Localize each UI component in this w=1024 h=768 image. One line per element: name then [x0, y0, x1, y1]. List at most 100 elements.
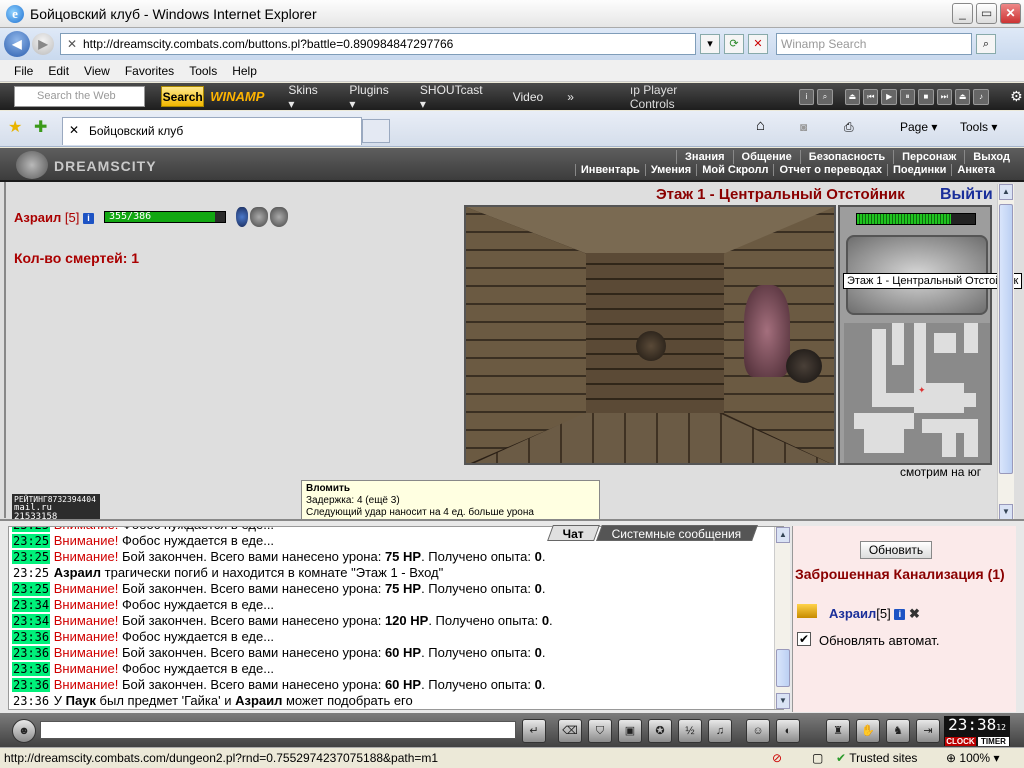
zoom-level[interactable]: ⊕ 100% ▾ — [946, 751, 1024, 765]
shield-icon[interactable] — [270, 207, 288, 227]
menu-favorites[interactable]: Favorites — [125, 64, 174, 78]
spider-monster[interactable] — [786, 349, 822, 383]
chat-input[interactable] — [40, 721, 516, 739]
winamp-search-field[interactable]: Winamp Search — [776, 33, 972, 55]
menu-file[interactable]: File — [14, 64, 33, 78]
shield-icon[interactable] — [250, 207, 268, 227]
spider-monster[interactable] — [636, 331, 666, 361]
scroll-down-icon[interactable]: ▼ — [999, 504, 1013, 520]
volume-icon[interactable]: ♪ — [973, 88, 989, 105]
scrollbar-thumb[interactable] — [999, 204, 1013, 474]
new-tab-button[interactable] — [362, 119, 390, 143]
nav-poedinki[interactable]: Поединки — [887, 164, 951, 176]
back-button[interactable]: ◀ — [4, 31, 30, 57]
feeds-icon[interactable]: ◙ — [800, 120, 807, 134]
sound-icon[interactable]: ♫ — [708, 719, 732, 743]
room-player[interactable]: Азраил[5] i ✖ — [829, 606, 920, 622]
page-scrollbar[interactable]: ▲ ▼ — [997, 184, 1014, 520]
close-icon[interactable]: ✖ — [909, 606, 920, 621]
refresh-button[interactable]: Обновить — [860, 541, 932, 559]
exit-link[interactable]: Выйти — [940, 186, 993, 204]
open-icon[interactable]: ⏏ — [954, 88, 971, 105]
chat-timestamp[interactable]: 23:25 — [12, 582, 51, 596]
chat-timestamp[interactable]: 23:25 — [12, 566, 50, 580]
dungeon-view[interactable] — [464, 205, 836, 465]
chat-log[interactable]: 23:25 Внимание! Фобос нуждается в еде...… — [8, 526, 784, 710]
chat-scrollbar-thumb[interactable] — [776, 649, 790, 687]
search-icon[interactable]: ⌕ — [976, 34, 996, 54]
nav-obshchenie[interactable]: Общение — [732, 150, 800, 164]
stop-player-icon[interactable]: ■ — [918, 88, 934, 105]
helmet-icon[interactable]: ◐ — [776, 719, 800, 743]
chat-timestamp[interactable]: 23:36 — [12, 678, 51, 692]
prev-icon[interactable]: ⏮ — [863, 88, 879, 105]
character-icon[interactable]: ♞ — [886, 719, 910, 743]
menu-edit[interactable]: Edit — [48, 64, 69, 78]
potion-icon[interactable]: ♜ — [826, 719, 850, 743]
info-icon[interactable]: i — [894, 609, 906, 621]
nav-otchet[interactable]: Отчет о переводах — [773, 164, 887, 176]
exit-door-icon[interactable]: ⇥ — [916, 719, 940, 743]
auto-refresh-checkbox[interactable]: ✔ — [797, 632, 811, 646]
winamp-web-search-input[interactable]: Search the Web — [14, 86, 146, 107]
fighter-icon[interactable]: ✪ — [648, 719, 672, 743]
dreamscity-logo[interactable]: DREAMSCITY — [14, 151, 174, 179]
search-small-icon[interactable]: ⌕ — [817, 88, 833, 105]
winamp-shoutcast-menu[interactable]: SHOUTcast ▾ — [420, 83, 489, 111]
play-icon[interactable]: ▶ — [881, 88, 897, 105]
tab-system-messages[interactable]: Системные сообщения — [596, 525, 758, 541]
menu-tools[interactable]: Tools — [189, 64, 217, 78]
refresh-icon[interactable]: ⟳ — [724, 34, 744, 54]
popup-blocker-icon[interactable]: ⊘ — [772, 751, 812, 765]
chat-timestamp[interactable]: 23:36 — [12, 646, 51, 660]
chat-timestamp[interactable]: 23:25 — [12, 534, 51, 548]
info-icon[interactable]: i — [83, 213, 94, 225]
page-menu[interactable]: Page ▾ — [900, 120, 937, 134]
browser-tab[interactable]: ✕ Бойцовский клуб — [62, 117, 362, 145]
nav-vykhod[interactable]: Выход — [964, 150, 1018, 164]
eject-icon[interactable]: ⏏ — [844, 88, 861, 105]
minimize-button[interactable]: _ — [952, 3, 973, 24]
tab-chat[interactable]: Чат — [547, 525, 600, 541]
winamp-video-menu[interactable]: Video — [513, 90, 543, 104]
chat-scroll-up-icon[interactable]: ▲ — [776, 527, 790, 543]
rat-monster[interactable] — [744, 285, 790, 377]
smile-menu-icon[interactable]: ☻ — [12, 719, 36, 743]
address-dropdown-button[interactable]: ▾ — [700, 34, 720, 54]
timer-label[interactable]: TIMER — [978, 737, 1009, 746]
filter-icon[interactable]: ⛉ — [588, 719, 612, 743]
winamp-skins-menu[interactable]: Skins ▾ — [288, 83, 325, 111]
nav-inventar[interactable]: Инвентарь — [574, 164, 645, 176]
chat-timestamp[interactable]: 23:36 — [12, 694, 50, 708]
chat-timestamp[interactable]: 23:36 — [12, 630, 51, 644]
chat-timestamp[interactable]: 23:34 — [12, 614, 51, 628]
chat-timestamp[interactable]: 23:36 — [12, 662, 51, 676]
security-zone[interactable]: ✔ Trusted sites — [836, 751, 946, 765]
chat-scroll-down-icon[interactable]: ▼ — [776, 693, 790, 709]
eraser-icon[interactable]: ⌫ — [558, 719, 582, 743]
winamp-search-button[interactable]: Search — [161, 86, 205, 107]
chat-timestamp[interactable]: 23:25 — [12, 527, 51, 532]
address-bar[interactable]: ✕ http://dreamscity.combats.com/buttons.… — [60, 33, 696, 55]
print-icon[interactable]: ⎙ — [844, 120, 854, 135]
nav-bezopasnost[interactable]: Безопасность — [799, 150, 893, 164]
add-favorite-icon[interactable]: ✚ — [34, 117, 47, 137]
chat-timestamp[interactable]: 23:25 — [12, 550, 51, 564]
character-name[interactable]: Азраил [5] i — [14, 210, 94, 225]
tools-menu[interactable]: Tools ▾ — [960, 120, 997, 134]
info-icon[interactable]: i — [798, 88, 815, 105]
save-icon[interactable]: ▣ — [618, 719, 642, 743]
favorites-star-icon[interactable]: ★ — [8, 117, 22, 137]
clock-label[interactable]: CLOCK — [945, 737, 976, 746]
nav-anketa[interactable]: Анкета — [951, 164, 1000, 176]
translit-icon[interactable]: ½ — [678, 719, 702, 743]
next-icon[interactable]: ⏭ — [936, 88, 952, 105]
winamp-logo[interactable]: WINAMP — [210, 89, 264, 104]
home-icon[interactable]: ⌂ — [756, 117, 765, 134]
nav-personazh[interactable]: Персонаж — [893, 150, 964, 164]
menu-help[interactable]: Help — [232, 64, 257, 78]
forward-button[interactable]: ▶ — [32, 33, 54, 55]
menu-view[interactable]: View — [84, 64, 110, 78]
hand-icon[interactable]: ✋ — [856, 719, 880, 743]
nav-moy-skroll[interactable]: Мой Скролл — [696, 164, 773, 176]
